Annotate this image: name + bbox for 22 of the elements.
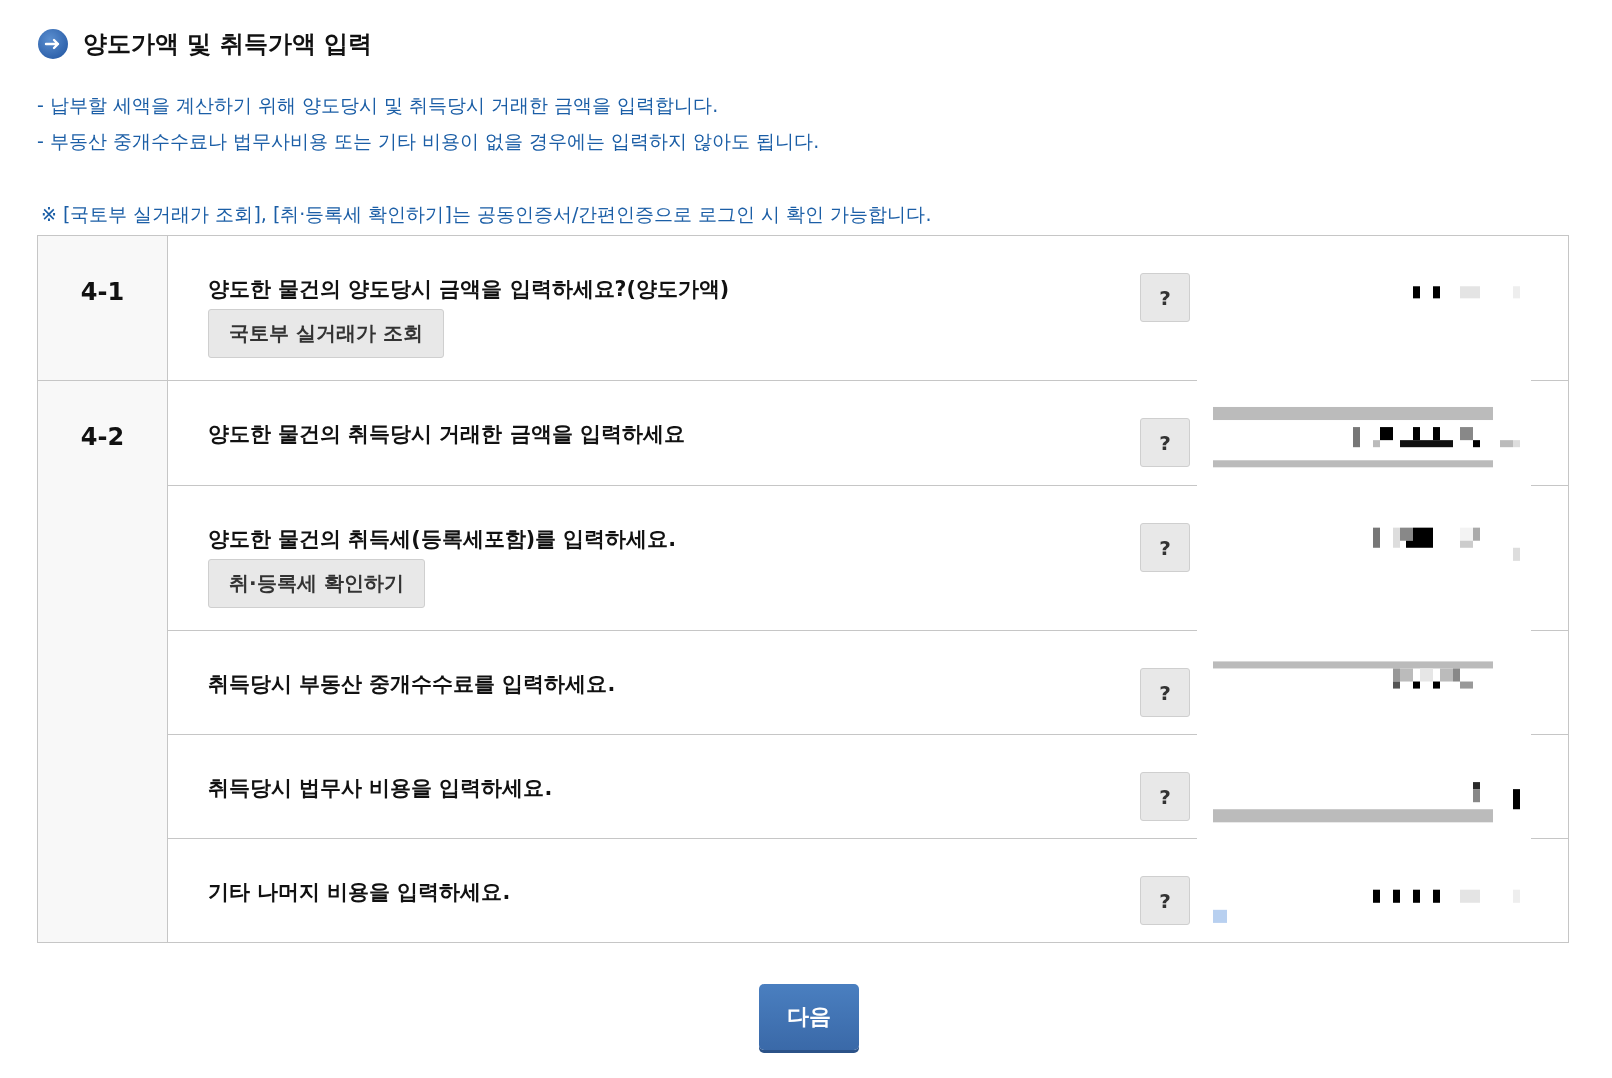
question-text: 양도한 물건의 양도당시 금액을 입력하세요?(양도가액) — [208, 276, 730, 303]
help-button[interactable]: ? — [1140, 418, 1190, 467]
help-button[interactable]: ? — [1140, 523, 1190, 572]
lookup-button[interactable]: 국토부 실거래가 조회 — [208, 309, 444, 358]
help-button[interactable]: ? — [1140, 876, 1190, 925]
notice-text: ※ [국토부 실거래가 조회], [취·등록세 확인하기]는 공동인증서/간편인증으로 로그인 시 확인 가능합니다. — [41, 202, 933, 227]
question-text: 취득당시 법무사 비용을 입력하세요. — [208, 775, 553, 802]
section-title: 양도가액 및 취득가액 입력 — [83, 29, 373, 60]
question-text: 취득당시 부동산 중개수수료를 입력하세요. — [208, 671, 616, 698]
note-text: - 부동산 중개수수료나 법무사비용 또는 기타 비용이 없을 경우에는 입력하지 않아도 됩니다. — [37, 129, 821, 154]
lookup-button[interactable]: 취·등록세 확인하기 — [208, 559, 425, 608]
note-text: - 납부할 세액을 계산하기 위해 양도당시 및 취득당시 거래한 금액을 입력합니다. — [37, 93, 720, 118]
next-button[interactable]: 다음 — [759, 984, 859, 1050]
help-button[interactable]: ? — [1140, 668, 1190, 717]
step-number: 4-2 — [80, 423, 125, 451]
question-text: 기타 나머지 비용을 입력하세요. — [208, 879, 511, 906]
help-button[interactable]: ? — [1140, 772, 1190, 821]
question-text: 양도한 물건의 취득당시 거래한 금액을 입력하세요 — [208, 421, 685, 448]
question-text: 양도한 물건의 취득세(등록세포함)를 입력하세요. — [208, 526, 676, 553]
step-number: 4-1 — [80, 278, 125, 306]
arrow-right-icon — [37, 28, 69, 60]
help-button[interactable]: ? — [1140, 273, 1190, 322]
